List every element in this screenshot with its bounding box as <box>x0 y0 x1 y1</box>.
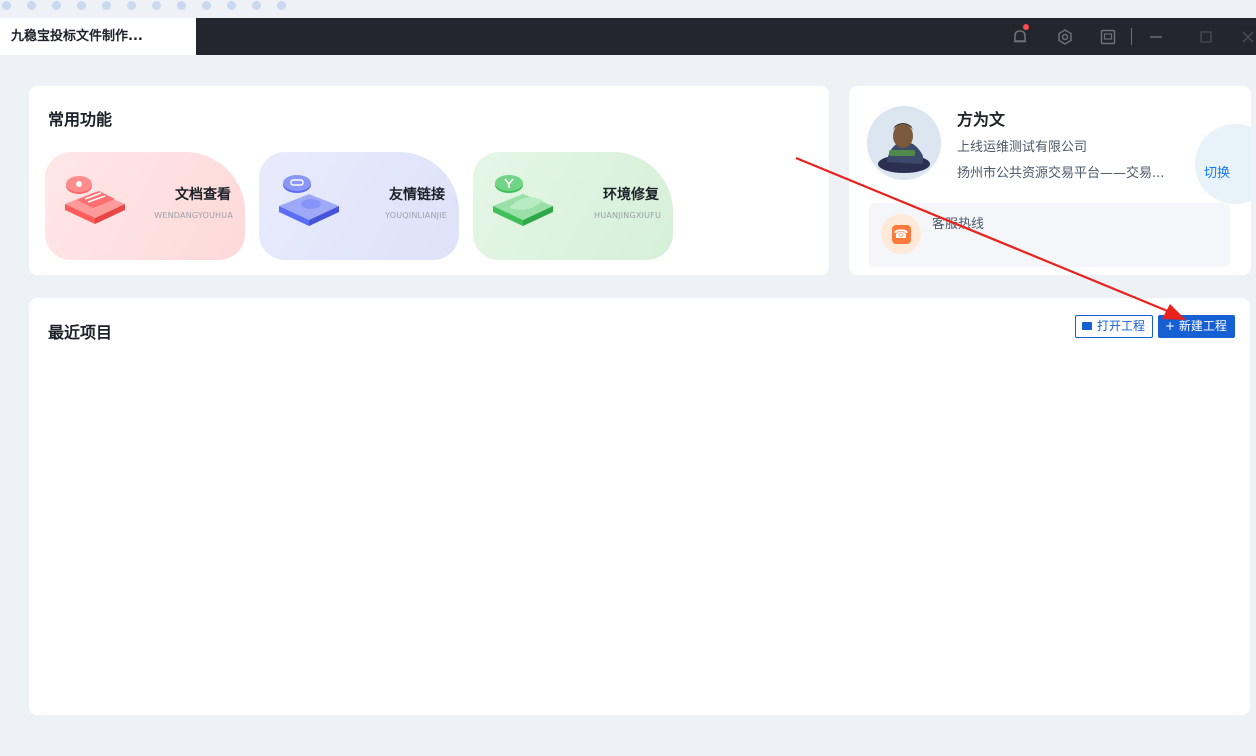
window-titlebar: 九稳宝投标文件制作... <box>0 18 1256 55</box>
app-tab[interactable]: 九稳宝投标文件制作... <box>0 18 196 55</box>
feature-friend-links[interactable]: 友情链接 YOUQINLIANJIE <box>259 152 459 260</box>
recent-projects-card: 最近项目 打开工程 + 新建工程 <box>29 298 1250 715</box>
user-name: 方为文 <box>957 110 1006 129</box>
wrench-icon <box>493 175 553 226</box>
service-hotline[interactable]: ☎ 客服热线 <box>869 203 1230 267</box>
feature-subtitle: WENDANGYOUHUA <box>154 211 233 220</box>
user-platform: 扬州市公共资源交易平台——交易... <box>957 166 1165 181</box>
feature-title: 文档查看 <box>175 187 231 203</box>
common-functions-card: 常用功能 文档查看 WENDANGYOUHUA 友情链接 YOUQINLIANJ… <box>29 86 829 275</box>
screen-icon[interactable] <box>1097 18 1119 55</box>
open-project-label: 打开工程 <box>1097 319 1146 333</box>
feature-title: 友情链接 <box>389 187 445 203</box>
maximize-icon[interactable] <box>1195 18 1217 55</box>
bell-icon[interactable] <box>1010 18 1030 55</box>
feature-environment-repair[interactable]: 环境修复 HUANJINGXIUFU <box>473 152 673 260</box>
new-project-label: 新建工程 <box>1178 319 1227 333</box>
titlebar-separator <box>1131 28 1132 45</box>
recent-projects-title: 最近项目 <box>48 323 113 342</box>
folder-icon <box>1082 322 1092 330</box>
open-project-button[interactable]: 打开工程 <box>1075 315 1153 338</box>
switch-link[interactable]: 切换 <box>1204 162 1230 181</box>
common-functions-title: 常用功能 <box>48 110 113 129</box>
feature-subtitle: YOUQINLIANJIE <box>385 211 447 220</box>
link-icon <box>279 175 339 226</box>
user-company: 上线运维测试有限公司 <box>957 140 1088 155</box>
feature-document-view[interactable]: 文档查看 WENDANGYOUHUA <box>45 152 245 260</box>
document-icon <box>65 176 125 224</box>
plus-icon: + <box>1165 319 1179 333</box>
decorative-dots <box>0 0 300 14</box>
phone-icon: ☎ <box>881 214 921 254</box>
gear-icon[interactable] <box>1054 18 1076 55</box>
minimize-icon[interactable] <box>1145 18 1167 55</box>
close-icon[interactable] <box>1240 18 1256 55</box>
new-project-button[interactable]: + 新建工程 <box>1158 315 1235 338</box>
hotline-label: 客服热线 <box>932 217 985 232</box>
feature-title: 环境修复 <box>603 187 659 203</box>
avatar <box>867 106 941 180</box>
user-info-card: 方为文 上线运维测试有限公司 扬州市公共资源交易平台——交易... 切换 ☎ 客… <box>849 86 1251 275</box>
feature-subtitle: HUANJINGXIUFU <box>594 211 661 220</box>
